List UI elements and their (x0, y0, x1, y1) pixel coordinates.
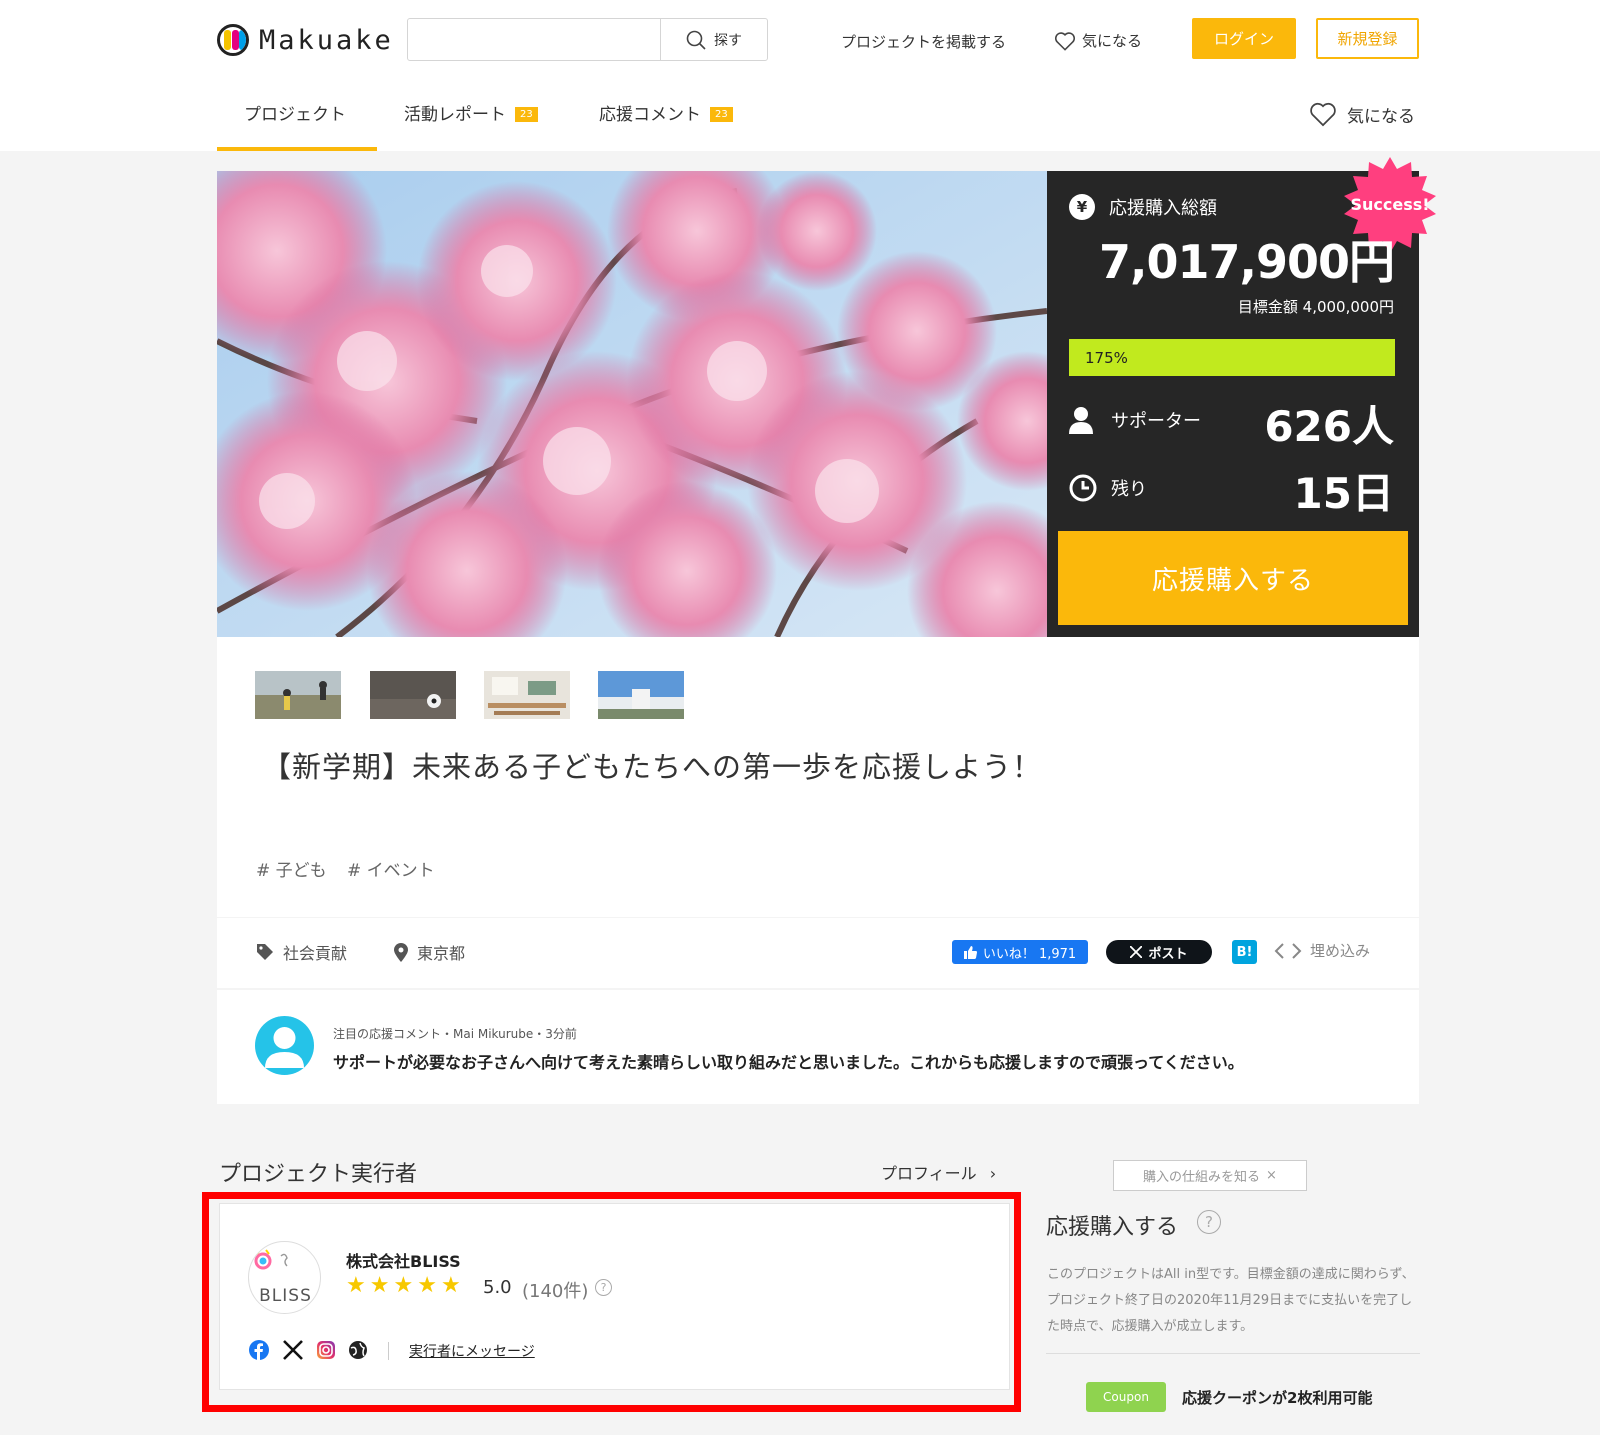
project-main-image[interactable] (217, 171, 1047, 637)
category-label: 社会貢献 (283, 944, 348, 963)
makuake-logo[interactable]: Makuake (217, 20, 394, 60)
remaining-days: 15日 (1293, 469, 1394, 518)
thumbnail-2[interactable] (370, 671, 456, 719)
funding-progress-bar: 175% (1069, 339, 1395, 376)
yen-icon: ¥ (1069, 194, 1095, 220)
logo-text: Makuake (259, 24, 394, 56)
cherry-blossom-photo (217, 171, 1047, 637)
thumbnail-4[interactable] (598, 671, 684, 719)
tab-activity-report-label: 活動レポート (404, 105, 506, 125)
thumbnail-3[interactable] (484, 671, 570, 719)
tab-activity-report[interactable]: 活動レポート 23 (404, 100, 538, 151)
hatena-bookmark-button[interactable]: B! (1232, 940, 1257, 964)
success-badge-label: Success! (1350, 195, 1430, 214)
search-icon (686, 30, 706, 50)
thumbnail-1[interactable] (255, 671, 341, 719)
post-project-link[interactable]: プロジェクトを掲載する (841, 31, 1006, 52)
remaining-row: 残り (1069, 474, 1147, 502)
thumbnail-soccer-ball-image (370, 671, 456, 719)
chevron-right-icon: › (989, 1164, 997, 1183)
thumbs-up-icon (963, 945, 977, 959)
highlight-box (202, 1192, 1021, 1412)
project-title: 【新学期】未来ある子どもたちへの第一歩を応援しよう！ (262, 750, 1043, 784)
funding-amount: 7,017,900円 (1099, 235, 1395, 289)
embed-label: 埋め込み (1310, 942, 1371, 960)
supporters-count: 626人 (1264, 402, 1394, 451)
close-icon[interactable]: × (1266, 1168, 1277, 1183)
header-favorite-label: 気になる (1082, 32, 1143, 50)
profile-link-label: プロフィール (881, 1164, 977, 1183)
default-user-icon (265, 1027, 304, 1068)
purchase-mechanism-tooltip[interactable]: 購入の仕組みを知る × (1113, 1160, 1307, 1191)
tab-support-comments[interactable]: 応援コメント 23 (599, 100, 733, 151)
x-post-label: ポスト (1148, 946, 1188, 962)
code-brackets-icon (1274, 942, 1302, 959)
thumbnail-field-kids-image (255, 671, 341, 719)
search-input[interactable] (408, 19, 660, 60)
supporters-row: サポーター (1069, 406, 1201, 434)
location-label: 東京都 (417, 944, 466, 963)
coupon-badge: Coupon (1086, 1382, 1166, 1412)
tooltip-label: 購入の仕組みを知る (1143, 1170, 1261, 1185)
search-button[interactable]: 探す (660, 19, 767, 60)
thumbnail-classroom-image (484, 671, 570, 719)
clock-icon (1069, 474, 1097, 502)
tab-project[interactable]: プロジェクト (244, 100, 346, 151)
commenter-avatar (255, 1016, 314, 1075)
purchase-section-title: 応援購入する (1046, 1209, 1178, 1241)
login-button[interactable]: ログイン (1192, 18, 1296, 59)
buy-support-button[interactable]: 応援購入する (1058, 531, 1408, 625)
tab-support-comments-badge: 23 (710, 107, 733, 122)
signup-button[interactable]: 新規登録 (1316, 18, 1419, 59)
logo-mark-icon (217, 24, 249, 56)
tab-support-comments-label: 応援コメント (599, 105, 701, 125)
facebook-like-button[interactable]: いいね！ 1,971 (952, 940, 1088, 964)
purchase-section-title-label: 応援購入する (1046, 1215, 1179, 1240)
location-pin-icon (394, 942, 408, 962)
heart-icon (1054, 31, 1076, 51)
tab-project-label: プロジェクト (244, 105, 346, 125)
thumbnail-school-building-image (598, 671, 684, 719)
tab-activity-report-badge: 23 (515, 107, 538, 122)
x-logo-icon (1130, 946, 1143, 958)
supporters-label: サポーター (1111, 411, 1201, 432)
x-post-button[interactable]: ポスト (1106, 940, 1212, 964)
funding-label-row: ¥ 応援購入総額 (1069, 194, 1217, 220)
tab-favorite-label: 気になる (1347, 106, 1415, 127)
purchase-divider (1046, 1353, 1420, 1354)
purchase-description: このプロジェクトはAll in型です。目標金額の達成に関わらず、プロジェクト終了… (1047, 1267, 1415, 1334)
search-button-label: 探す (714, 32, 742, 49)
tag-event[interactable]: # イベント (347, 856, 435, 881)
tag-icon (257, 944, 273, 960)
person-icon (1069, 407, 1093, 434)
search-box: 探す (407, 18, 768, 61)
location-link[interactable]: 東京都 (394, 940, 465, 964)
coupon-text: 応援クーポンが2枚利用可能 (1182, 1389, 1373, 1407)
tab-favorite-button[interactable]: 気になる (1309, 101, 1415, 127)
funding-goal: 目標金額 4,000,000円 (1237, 298, 1394, 316)
coupon-badge-label: Coupon (1103, 1390, 1149, 1404)
header-favorite-link[interactable]: 気になる (1054, 30, 1142, 51)
profile-link[interactable]: プロフィール › (881, 1160, 996, 1184)
remaining-label: 残り (1111, 479, 1147, 500)
facebook-like-label: いいね！ 1,971 (982, 946, 1077, 962)
owner-section-title: プロジェクト実行者 (219, 1162, 418, 1187)
purchase-help-icon[interactable]: ? (1197, 1210, 1221, 1234)
heart-icon (1310, 102, 1336, 127)
embed-link[interactable]: 埋め込み (1274, 940, 1370, 961)
comment-text: サポートが必要なお子さんへ向けて考えた素晴らしい取り組みだと思いました。これから… (333, 1053, 1244, 1072)
funding-progress-label: 175% (1085, 348, 1128, 367)
comment-meta: 注目の応援コメント・Mai Mikurube・3分前 (333, 1027, 577, 1041)
active-tab-indicator (217, 147, 377, 151)
featured-comment-card (217, 990, 1419, 1104)
tag-kids[interactable]: # 子ども (256, 856, 327, 881)
category-link[interactable]: 社会貢献 (256, 940, 347, 964)
funding-label: 応援購入総額 (1109, 198, 1217, 219)
